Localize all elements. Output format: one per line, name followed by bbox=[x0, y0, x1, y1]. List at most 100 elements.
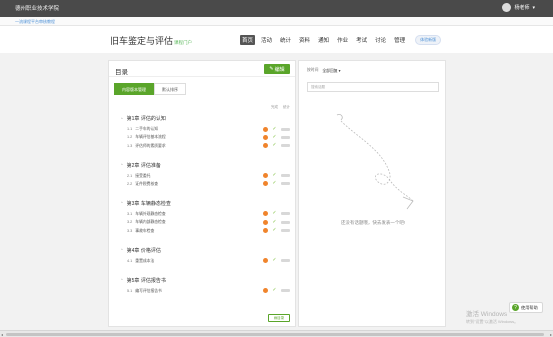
section-number: 4.1 bbox=[127, 258, 133, 263]
course-portal-link[interactable]: 课程门户 bbox=[174, 40, 192, 45]
directory-button-label: 目录 bbox=[277, 315, 285, 320]
filter-label: 按时间 bbox=[307, 68, 319, 72]
collapse-icon[interactable]: ^ bbox=[121, 117, 123, 121]
stats-bar[interactable] bbox=[281, 127, 290, 131]
stats-bar[interactable] bbox=[281, 259, 290, 262]
discussion-panel: 按时间 全部回复 ▾ 搜索话题 还没有话题哦，快去发表一个吧! bbox=[298, 60, 446, 327]
section-item[interactable]: 2.2 证件税费核查 bbox=[127, 182, 158, 187]
school-name[interactable]: 德州职业技术学院 bbox=[15, 4, 59, 12]
try-new-version-button[interactable]: 体验新版 bbox=[415, 35, 442, 45]
stats-bar[interactable] bbox=[281, 289, 290, 292]
pending-task-icon bbox=[263, 211, 268, 217]
nav-item-1[interactable]: 活动 bbox=[259, 35, 274, 45]
section-status: ✓ bbox=[263, 219, 290, 225]
section-item[interactable]: 1.1 二手车的认知 bbox=[127, 127, 158, 132]
edit-button[interactable]: ✎ 编辑 bbox=[264, 64, 290, 74]
discussion-filter: 按时间 全部回复 ▾ bbox=[307, 68, 341, 74]
section-title: 二手车的认知 bbox=[135, 127, 159, 131]
column-headers: 完成 统计 bbox=[271, 105, 290, 110]
user-name[interactable]: 杨老师 bbox=[514, 4, 529, 11]
nav-item-4[interactable]: 通知 bbox=[316, 35, 331, 45]
stats-bar[interactable] bbox=[281, 182, 290, 186]
search-input[interactable]: 搜索话题 bbox=[307, 82, 439, 92]
section-number: 3.3 bbox=[127, 228, 133, 233]
section-number: 2.2 bbox=[127, 181, 133, 186]
section-status: ✓ bbox=[263, 142, 290, 149]
chapter-1[interactable]: ^ 第1章 评估的认知 bbox=[121, 115, 166, 122]
outline-panel: 目录 ✎ 编辑 内容版本管理 默认排序 完成 统计 ▤ 目录 ^ 第1章 评估的认… bbox=[108, 60, 296, 327]
stats-bar[interactable] bbox=[281, 220, 290, 224]
check-icon: ✓ bbox=[272, 257, 277, 263]
edit-button-label: 编辑 bbox=[274, 66, 285, 73]
question-icon: ? bbox=[512, 304, 519, 311]
section-title: 证件税费核查 bbox=[135, 181, 159, 186]
section-title: 事故车检查 bbox=[135, 228, 155, 233]
nav-item-7[interactable]: 讨论 bbox=[373, 35, 388, 45]
scroll-left-icon[interactable]: ◂ bbox=[1, 332, 3, 337]
stats-bar[interactable] bbox=[281, 135, 290, 139]
section-number: 1.2 bbox=[127, 135, 133, 140]
section-item[interactable]: 1.2 车辆评估基本流程 bbox=[127, 135, 166, 140]
check-icon: ✓ bbox=[272, 287, 277, 293]
section-title: 接受委托 bbox=[135, 173, 151, 178]
section-item[interactable]: 5.1 编写评估报告书 bbox=[127, 289, 162, 294]
collapse-icon[interactable]: ^ bbox=[121, 201, 123, 205]
chapter-3[interactable]: ^ 第3章 车辆静态检查 bbox=[121, 200, 171, 207]
horizontal-scrollbar[interactable]: ◂ ▸ bbox=[0, 330, 553, 337]
empty-state-illustration bbox=[336, 114, 414, 210]
pending-task-icon bbox=[263, 228, 268, 233]
nav-item-5[interactable]: 作业 bbox=[335, 35, 350, 45]
section-title: 评估师的素质要求 bbox=[135, 143, 166, 148]
avatar[interactable] bbox=[502, 3, 512, 12]
collapse-icon[interactable]: ^ bbox=[121, 248, 123, 252]
tab-default-order[interactable]: 默认排序 bbox=[154, 83, 186, 95]
filter-value: 全部回复 bbox=[322, 69, 338, 73]
chapter-5[interactable]: ^ 第5章 评估报告书 bbox=[121, 277, 166, 284]
nav-item-6[interactable]: 考试 bbox=[354, 35, 369, 45]
section-item[interactable]: 2.1 接受委托 bbox=[127, 174, 150, 179]
nav-item-3[interactable]: 资料 bbox=[297, 35, 312, 45]
check-icon: ✓ bbox=[272, 142, 277, 149]
breadcrumb-link[interactable]: 一流课程平台审核教程 bbox=[15, 19, 55, 25]
nav-item-0[interactable]: 首页 bbox=[240, 35, 256, 45]
directory-button[interactable]: ▤ 目录 bbox=[268, 314, 290, 322]
chapter-title: 第3章 车辆静态检查 bbox=[126, 200, 171, 207]
check-icon: ✓ bbox=[272, 125, 277, 132]
pending-task-icon bbox=[263, 219, 268, 225]
chapter-4[interactable]: ^ 第4章 价格评估 bbox=[121, 247, 161, 254]
nav-item-2[interactable]: 统计 bbox=[278, 35, 293, 45]
section-title: 车辆内部静态检查 bbox=[135, 220, 166, 225]
help-label: 使用帮助 bbox=[521, 304, 538, 310]
user-menu[interactable]: 杨老师 ▾ bbox=[502, 3, 535, 12]
scrollbar-thumb[interactable] bbox=[6, 333, 544, 336]
col-header-stats: 统计 bbox=[283, 105, 290, 109]
check-icon: ✓ bbox=[272, 133, 277, 140]
tab-content-version[interactable]: 内容版本管理 bbox=[114, 83, 154, 95]
collapse-icon[interactable]: ^ bbox=[121, 278, 123, 282]
collapse-icon[interactable]: ^ bbox=[121, 163, 123, 167]
nav-item-8[interactable]: 管理 bbox=[392, 35, 407, 45]
filter-select[interactable]: 全部回复 ▾ bbox=[322, 68, 340, 74]
pending-task-icon bbox=[263, 258, 268, 263]
stats-bar[interactable] bbox=[281, 144, 290, 148]
section-item[interactable]: 3.1 车辆外观静态检查 bbox=[127, 212, 166, 217]
outline-tabs: 内容版本管理 默认排序 bbox=[114, 83, 186, 95]
chapter-title: 第1章 评估的认知 bbox=[126, 116, 166, 122]
section-status: ✓ bbox=[263, 228, 290, 233]
watermark-title: 激活 Windows bbox=[466, 311, 508, 318]
chapter-2[interactable]: ^ 第2章 评估准备 bbox=[121, 162, 161, 169]
stats-bar[interactable] bbox=[281, 212, 290, 216]
chevron-down-icon[interactable]: ▾ bbox=[532, 5, 535, 11]
section-item[interactable]: 3.2 车辆内部静态检查 bbox=[127, 220, 166, 225]
pending-task-icon bbox=[263, 173, 268, 179]
section-item[interactable]: 3.3 事故车检查 bbox=[127, 229, 154, 234]
section-item[interactable]: 1.3 评估师的素质要求 bbox=[127, 144, 166, 149]
chapter-title: 第4章 价格评估 bbox=[126, 247, 161, 254]
chapter-title: 第2章 评估准备 bbox=[126, 162, 161, 169]
section-status: ✓ bbox=[263, 181, 290, 187]
scroll-right-icon[interactable]: ▸ bbox=[550, 332, 552, 337]
stats-bar[interactable] bbox=[281, 229, 290, 232]
section-item[interactable]: 4.1 重置成本法 bbox=[127, 259, 154, 264]
stats-bar[interactable] bbox=[281, 174, 290, 178]
check-icon: ✓ bbox=[272, 172, 277, 179]
